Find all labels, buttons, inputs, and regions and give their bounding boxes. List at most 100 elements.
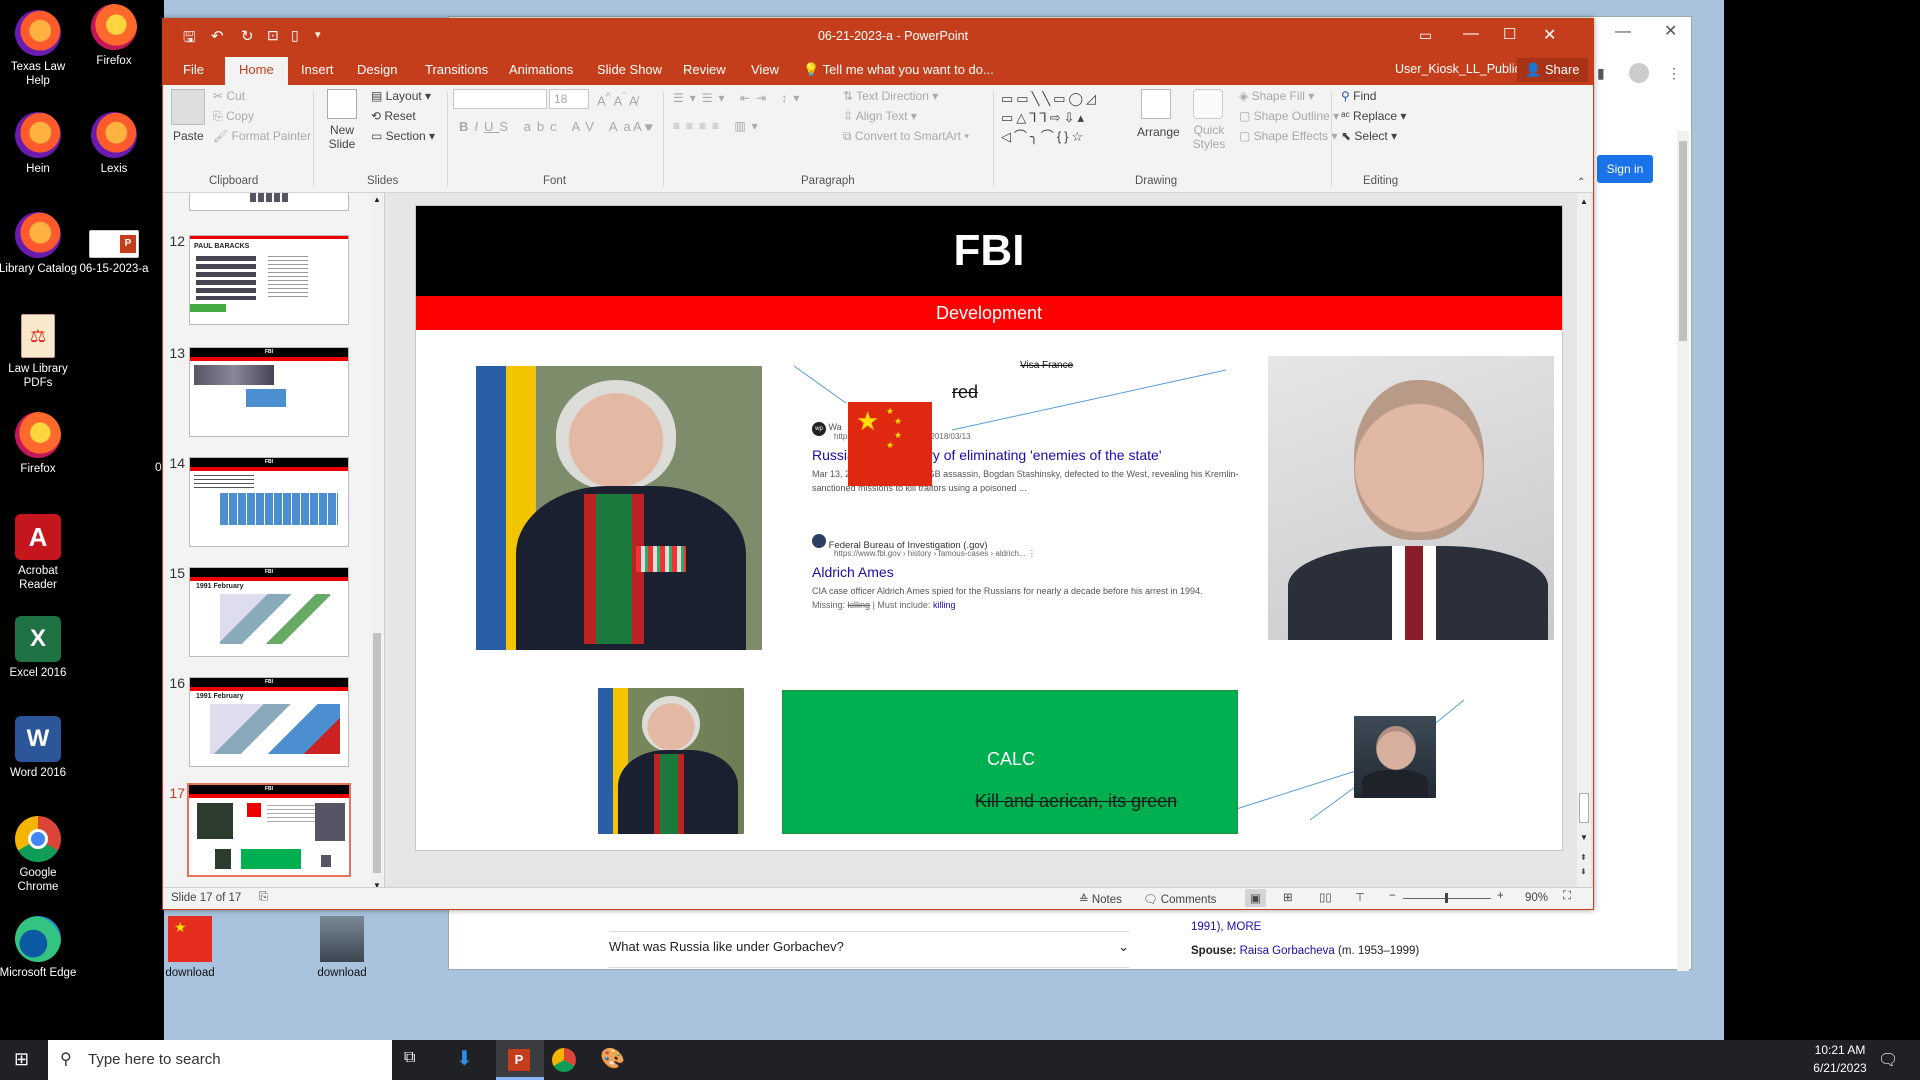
faq-question[interactable]: What was Russia like under Gorbachev? ⌄ [609,939,1129,955]
paste-button[interactable]: Paste [173,129,204,143]
presentation-icon[interactable]: ⊡ [267,27,279,44]
tab-insert[interactable]: Insert [301,62,334,77]
find-button[interactable]: ⚲ Find [1341,89,1376,103]
close-icon[interactable]: ✕ [1664,21,1677,41]
menu-icon[interactable]: ⋮ [1667,65,1681,82]
chrome-icon[interactable] [552,1048,576,1072]
scroll-up-icon[interactable]: ▲ [373,195,381,204]
desktop-icon-lexis[interactable]: Lexis [74,112,154,176]
font-style-buttons[interactable]: BIUS abc AV Aa ▾ [459,119,659,135]
shape-fill-button[interactable]: ◈ Shape Fill ▾ [1239,89,1314,103]
shape-effects-button[interactable]: ▢ Shape Effects ▾ [1239,129,1338,143]
desktop-icon-law-library-pdfs[interactable]: ⚖ Law Library PDFs [0,314,78,390]
scroll-thumb[interactable] [373,633,381,873]
desktop-icon-06-15-2023-a[interactable]: P 06-15-2023-a [74,230,154,276]
desktop-icon-microsoft-edge[interactable]: Microsoft Edge [0,916,78,980]
fit-slide-icon[interactable]: ⛶ [1563,890,1571,903]
spouse-link[interactable]: Raisa Gorbacheva [1240,945,1335,957]
reading-view-icon[interactable]: ▯▯ [1319,890,1332,904]
slide-canvas[interactable]: FBI Development wp Wa https · ...post.co… [415,205,1563,851]
slideshow-icon[interactable]: ⊤ [1355,890,1365,904]
slide-thumbnail-16[interactable]: FBI 1991 February [189,677,349,767]
portrait-photo-king-small[interactable] [598,688,744,834]
connector-line[interactable] [793,365,847,404]
zoom-out-icon[interactable]: − [1389,890,1396,902]
tab-home[interactable]: Home [225,57,288,85]
cut-button[interactable]: ✂ Cut [213,89,245,103]
shapes-gallery[interactable]: ▭▭╲╲▭◯◿ ▭△⅂⅂⇨⇩▴ ◁⌒╮⌒{}☆ [1001,89,1121,149]
portrait-photo-putin[interactable] [1268,356,1554,640]
green-text-box[interactable]: CALC Kill and aerican, its green [782,690,1238,834]
notes-button[interactable]: ≙ Notes [1079,892,1122,906]
scroll-up-icon[interactable]: ▲ [1580,197,1588,206]
connector-line[interactable] [951,369,1227,431]
sign-in-button[interactable]: Sign in [1597,155,1653,183]
taskbar-search-box[interactable]: ⚲ Type here to search [48,1040,392,1080]
section-button[interactable]: ▭ Section ▾ [371,129,435,143]
desktop-icon-texas-law-help[interactable]: Texas Law Help [0,10,78,88]
font-size-buttons[interactable]: A^ Aˇ A̸ [597,91,638,108]
desktop-icon-firefox[interactable]: Firefox [74,4,154,68]
scrollbar[interactable] [1677,131,1689,971]
minimize-icon[interactable]: — [1615,23,1631,41]
desktop-icon-word-2016[interactable]: W Word 2016 [0,716,78,780]
desktop-icon-firefox-2[interactable]: Firefox [0,412,78,476]
tell-me-box[interactable]: 💡 Tell me what you want to do... [803,62,994,78]
font-name-box[interactable] [453,89,547,109]
zoom-level[interactable]: 90% [1525,892,1548,904]
tab-design[interactable]: Design [357,62,397,77]
share-button[interactable]: 👤 Share [1517,58,1588,82]
desktop-icon-download-portrait[interactable]: download [302,916,382,980]
shape-outline-button[interactable]: ▢ Shape Outline ▾ [1239,109,1339,123]
download-arrow-icon[interactable]: ⬇ [456,1046,473,1071]
align-text-button[interactable]: ⇳ Align Text ▾ [843,109,917,123]
paint-icon[interactable]: 🎨 [600,1046,625,1071]
profile-icon[interactable] [1629,63,1649,83]
taskbar-powerpoint[interactable]: P [496,1040,544,1080]
portrait-photo-gorbachev[interactable] [1354,716,1436,798]
new-file-icon[interactable]: ▯ [291,27,299,44]
task-view-icon[interactable]: ⧉ [404,1049,415,1067]
desktop-icon-library-catalog[interactable]: Library Catalog [0,212,78,276]
slide-thumbnail-17[interactable]: FBI [187,783,351,877]
next-slide-icon[interactable]: ⇟ [1580,867,1587,876]
replace-button[interactable]: ᵃᶜ Replace ▾ [1341,109,1406,123]
list-buttons[interactable]: ☰▾☰▾ ⇤⇥ ↕▾ [673,91,805,105]
notification-icon[interactable]: 🗨 [1878,1050,1898,1070]
slide-thumbnail-12[interactable]: PAUL BARACKS [189,235,349,325]
align-buttons[interactable]: ≡≡≡≡ ▥▾ [673,119,764,133]
select-button[interactable]: ⬉ Select ▾ [1341,129,1397,143]
customize-qat-icon[interactable]: ▾ [315,28,321,41]
scroll-down-icon[interactable]: ▼ [1580,833,1588,842]
font-size-box[interactable]: 18 [549,89,589,109]
tab-file[interactable]: File [183,62,204,77]
collapse-ribbon-icon[interactable]: ⌃ [1577,177,1585,188]
convert-smartart-button[interactable]: ⧉ Convert to SmartArt ▾ [843,129,969,144]
zoom-slider[interactable] [1403,893,1491,903]
text-direction-button[interactable]: ⇅ Text Direction ▾ [843,89,938,103]
new-slide-button[interactable]: New Slide [319,123,365,151]
comments-button[interactable]: 🗨 Comments [1143,892,1216,906]
scroll-thumb[interactable] [1579,793,1589,823]
windows-start-icon[interactable]: ⊞ [14,1049,29,1070]
desktop-icon-excel-2016[interactable]: X Excel 2016 [0,616,78,680]
font-color-button[interactable]: A ▾ [633,119,651,135]
sidebar-icon[interactable]: ▮ [1597,65,1605,82]
slide-thumbnail-13[interactable]: FBI [189,347,349,437]
arrange-button[interactable]: Arrange [1137,125,1180,139]
thumbnail-scrollbar[interactable]: ▲ ▼ [371,193,383,893]
slide-thumbnail-15[interactable]: FBI 1991 February [189,567,349,657]
tab-animations[interactable]: Animations [509,62,573,77]
zoom-in-icon[interactable]: + [1497,890,1504,902]
maximize-icon[interactable]: ☐ [1503,25,1516,43]
redo-icon[interactable]: ↻ [241,27,254,45]
tab-review[interactable]: Review [683,62,726,77]
minimize-icon[interactable]: — [1463,25,1479,43]
desktop-icon-google-chrome[interactable]: Google Chrome [0,816,78,894]
user-name[interactable]: User_Kiosk_LL_Public [1395,62,1521,76]
tab-view[interactable]: View [751,62,779,77]
ribbon-display-icon[interactable]: ▭ [1419,27,1432,44]
close-icon[interactable]: ✕ [1543,25,1556,45]
slide-sorter-icon[interactable]: ⊞ [1283,890,1293,904]
spell-check-icon[interactable]: ⎘ [259,891,268,904]
